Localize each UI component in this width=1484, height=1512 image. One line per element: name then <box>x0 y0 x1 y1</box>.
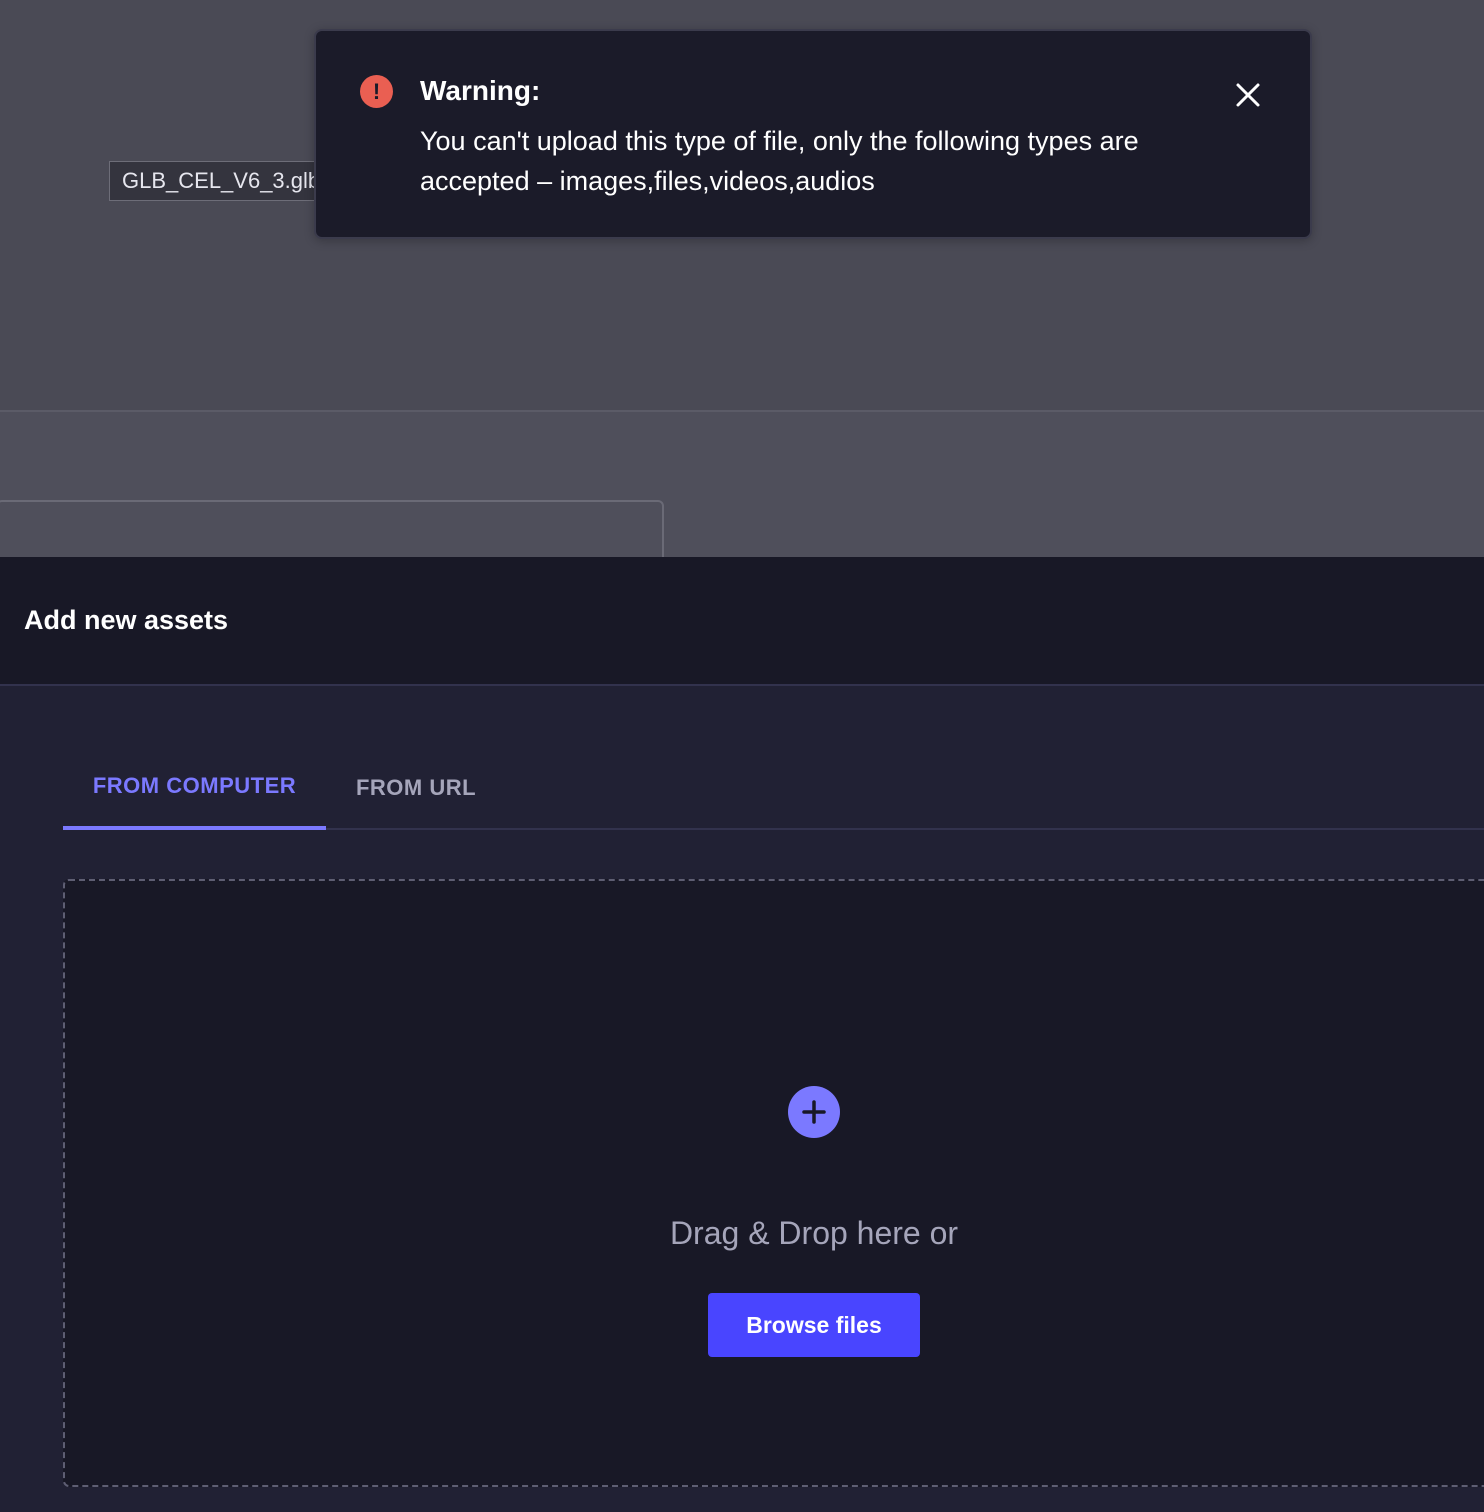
modal-header: Add new assets <box>0 557 1484 686</box>
file-dropzone[interactable]: Drag & Drop here or Browse files <box>63 879 1484 1487</box>
add-assets-modal: Add new assets FROM COMPUTER FROM URL Dr… <box>0 557 1484 1512</box>
tab-from-computer[interactable]: FROM COMPUTER <box>63 746 326 830</box>
close-icon[interactable] <box>1230 77 1266 113</box>
tab-from-url[interactable]: FROM URL <box>326 746 506 830</box>
drop-instructions: Drag & Drop here or <box>669 1215 959 1251</box>
plus-circle-icon[interactable] <box>788 1086 840 1138</box>
upload-tabs: FROM COMPUTER FROM URL <box>63 746 1484 830</box>
browse-files-button[interactable]: Browse files <box>708 1293 920 1357</box>
modal-title: Add new assets <box>24 605 229 635</box>
warning-toast: ! Warning: You can't upload this type of… <box>314 29 1312 239</box>
toast-message: You can't upload this type of file, only… <box>420 126 1139 196</box>
toast-title: Warning: <box>420 75 541 106</box>
exclamation-circle-icon: ! <box>360 75 393 108</box>
dragged-file-label: GLB_CEL_V6_3.glb <box>109 161 334 201</box>
